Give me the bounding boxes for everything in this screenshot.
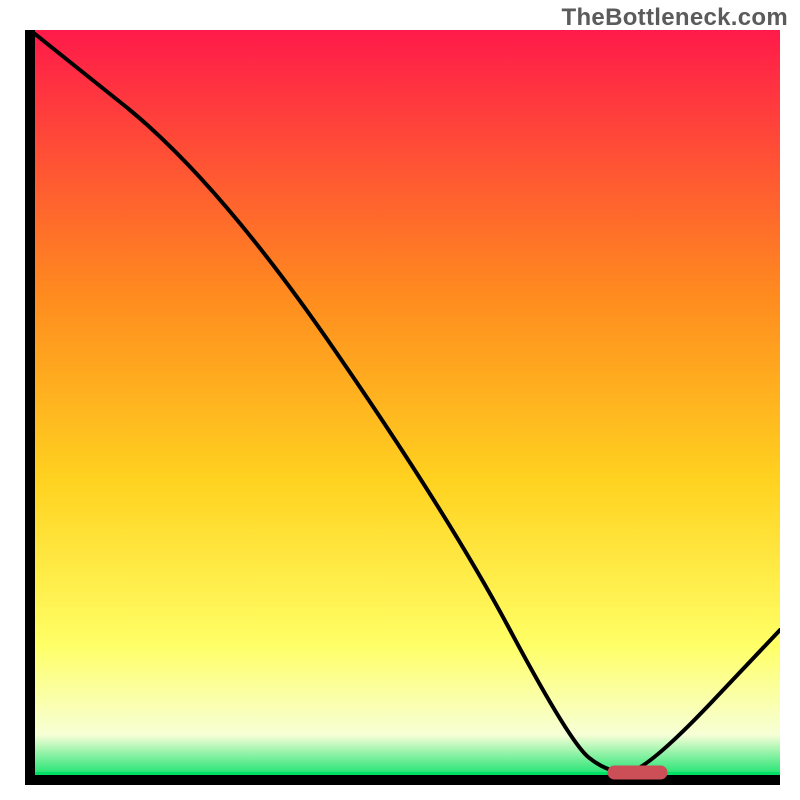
chart-background <box>30 30 780 780</box>
watermark-text: TheBottleneck.com <box>562 4 788 32</box>
chart-container: TheBottleneck.com <box>0 0 800 800</box>
optimal-marker <box>608 766 668 780</box>
chart-svg <box>20 30 780 790</box>
plot-area <box>20 30 780 790</box>
